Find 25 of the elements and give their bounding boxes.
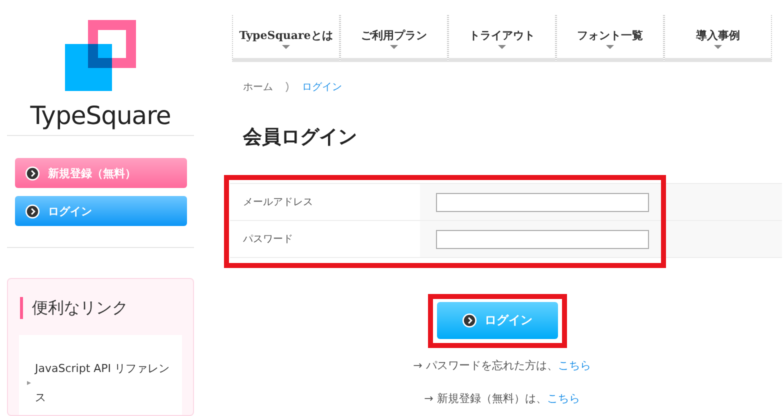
panel-title: 便利なリンク <box>20 297 182 319</box>
separator-icon <box>285 82 290 92</box>
logo-text: TypeSquare <box>30 101 171 130</box>
sidebar-link[interactable]: JavaScript API リファレンス <box>35 354 171 412</box>
caret-icon <box>390 45 398 49</box>
input-field[interactable] <box>436 230 649 248</box>
nav-item[interactable]: 導入事例 <box>664 15 772 62</box>
chevron-icon <box>25 166 40 181</box>
caret-icon <box>606 45 614 49</box>
page-heading: 会員ログイン <box>243 125 358 150</box>
nav-item[interactable]: フォント一覧 <box>556 15 664 62</box>
help-text: → パスワードを忘れた方は、こちら <box>413 358 591 373</box>
breadcrumb-item: ホーム <box>243 81 273 94</box>
nav-item[interactable]: ご利用プラン <box>340 15 448 62</box>
nav-item[interactable]: トライアウト <box>448 15 556 62</box>
caret-icon <box>498 45 506 49</box>
caret-icon <box>714 45 722 49</box>
bullet-icon <box>27 381 31 385</box>
help-text: → 新規登録（無料）は、こちら <box>424 391 580 406</box>
chevron-icon <box>25 204 40 219</box>
input-field[interactable] <box>436 192 649 212</box>
breadcrumb-link[interactable]: ログイン <box>302 80 342 94</box>
chevron-icon <box>462 313 476 328</box>
nav-item[interactable]: TypeSquareとは <box>232 15 340 62</box>
caret-icon <box>282 45 290 49</box>
